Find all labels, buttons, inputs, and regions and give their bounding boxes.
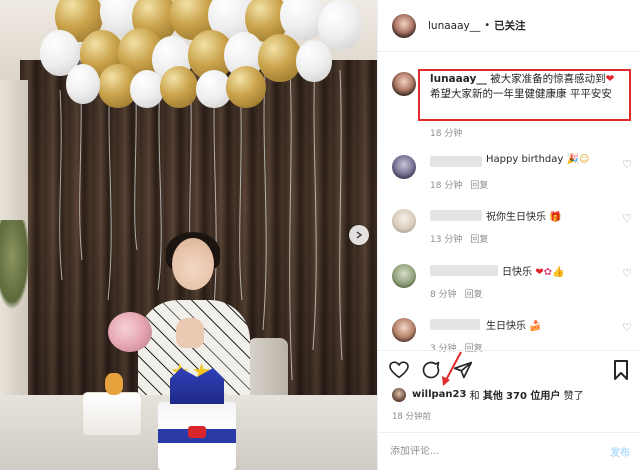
post-photo[interactable]: ★★ bbox=[0, 0, 377, 470]
commenter-username-redacted[interactable] bbox=[430, 210, 482, 221]
comment-like-heart-icon[interactable]: ♡ bbox=[622, 212, 632, 225]
next-photo-button[interactable] bbox=[349, 225, 369, 245]
comment-time[interactable]: 8 分钟 bbox=[430, 290, 457, 300]
heart-icon bbox=[389, 361, 409, 379]
caption-avatar[interactable] bbox=[392, 72, 416, 96]
comment-item: 祝你生日快乐 🎁 13 分钟 回复 ♡ bbox=[392, 208, 632, 248]
commenter-avatar[interactable] bbox=[392, 155, 416, 179]
bear-cake bbox=[82, 373, 142, 436]
reply-button[interactable]: 回复 bbox=[470, 235, 488, 245]
cake-bow bbox=[188, 426, 206, 438]
comment-meta: 8 分钟 回复 bbox=[430, 287, 491, 300]
save-button[interactable] bbox=[610, 359, 632, 381]
likes-summary: willpan23 和 其他 370 位用户 赞了 bbox=[392, 387, 584, 402]
post-panel: lunaaay__ • 已关注 lunaaay__ 被大家准备的惊喜感动到❤ 希… bbox=[377, 0, 641, 470]
comment-meta: 18 分钟 回复 bbox=[430, 178, 496, 191]
comment-text-row: 祝你生日快乐 🎁 bbox=[486, 208, 562, 223]
gold-balloon bbox=[160, 66, 198, 108]
likes-and: 和 bbox=[469, 391, 480, 402]
post-timestamp[interactable]: 18 分钟前 bbox=[392, 410, 431, 422]
cake-emoji: 🍰 bbox=[529, 321, 542, 332]
white-balloon bbox=[130, 70, 164, 108]
follow-status-button[interactable]: 已关注 bbox=[494, 18, 526, 33]
commenter-avatar[interactable] bbox=[392, 318, 416, 342]
commenter-avatar[interactable] bbox=[392, 264, 416, 288]
person-hands bbox=[176, 318, 204, 348]
bookmark-icon bbox=[614, 360, 628, 380]
commenter-avatar[interactable] bbox=[392, 209, 416, 233]
comment-like-heart-icon[interactable]: ♡ bbox=[622, 267, 632, 280]
comment-item: 日快乐 ❤✿👍 8 分钟 回复 ♡ bbox=[392, 263, 632, 303]
white-balloon bbox=[66, 64, 100, 104]
likes-suffix: 赞了 bbox=[563, 391, 584, 402]
commenter-username-redacted[interactable] bbox=[430, 319, 480, 330]
comment-time[interactable]: 18 分钟 bbox=[430, 181, 462, 191]
commenter-username-redacted[interactable] bbox=[430, 265, 498, 276]
commenter-username-redacted[interactable] bbox=[430, 156, 482, 167]
white-balloon bbox=[296, 40, 332, 82]
comment-like-heart-icon[interactable]: ♡ bbox=[622, 158, 632, 171]
bear-topper bbox=[105, 373, 123, 395]
post-header: lunaaay__ • 已关注 bbox=[378, 0, 641, 52]
likes-count[interactable]: 370 位用户 bbox=[506, 387, 560, 402]
caption-text-block: lunaaay__ 被大家准备的惊喜感动到❤ 希望大家新的一年里健健康康 平平安… bbox=[430, 72, 626, 102]
author-username[interactable]: lunaaay__ bbox=[428, 20, 480, 32]
liker-username[interactable]: willpan23 bbox=[412, 389, 466, 400]
gold-balloon bbox=[226, 66, 266, 108]
white-balloon bbox=[318, 0, 362, 50]
party-hat-emoji: 🎉 bbox=[566, 154, 579, 165]
red-heart-emoji: ❤ bbox=[605, 73, 615, 85]
caption-username[interactable]: lunaaay__ bbox=[430, 73, 487, 85]
comment-input[interactable] bbox=[390, 446, 590, 457]
thumbs-up-emoji: 👍 bbox=[551, 267, 565, 278]
flower-emoji: ✿ bbox=[543, 267, 552, 278]
comment-icon bbox=[422, 361, 440, 379]
share-button[interactable] bbox=[452, 359, 474, 381]
comment-item: Happy birthday 🎉☺ 18 分钟 回复 ♡ bbox=[392, 154, 632, 194]
comment-text: 日快乐 bbox=[502, 267, 532, 278]
comment-text-row: Happy birthday 🎉☺ bbox=[486, 154, 589, 165]
gift-emoji: 🎁 bbox=[549, 212, 562, 223]
flower-bouquet bbox=[108, 312, 152, 352]
chevron-right-icon bbox=[356, 231, 363, 239]
person-head bbox=[172, 238, 214, 290]
publish-button[interactable]: 发布 bbox=[610, 444, 630, 459]
like-button[interactable] bbox=[388, 359, 410, 381]
reply-button[interactable]: 回复 bbox=[465, 290, 483, 300]
header-separator: • bbox=[484, 20, 491, 31]
smiling-face-emoji: ☺ bbox=[578, 154, 590, 165]
author-avatar[interactable] bbox=[392, 13, 416, 38]
comment-text-row: 生日快乐 🍰 bbox=[486, 317, 542, 332]
comment-text: 生日快乐 bbox=[486, 321, 526, 332]
send-icon bbox=[453, 361, 473, 379]
caption-text: 被大家准备的惊喜感动到 bbox=[490, 73, 606, 85]
likes-others[interactable]: 其他 bbox=[483, 387, 503, 402]
liker-avatar[interactable] bbox=[392, 387, 406, 402]
caption-line2: 希望大家新的一年里健健康康 平平安安 bbox=[430, 88, 612, 100]
comment-text: 祝你生日快乐 bbox=[486, 212, 546, 223]
sailor-cake bbox=[158, 368, 236, 470]
heart-emoji: ❤ bbox=[535, 267, 544, 278]
reply-button[interactable]: 回复 bbox=[470, 181, 488, 191]
comment-text: Happy birthday bbox=[486, 154, 564, 165]
comment-button[interactable] bbox=[420, 359, 442, 381]
post-actions-bar bbox=[378, 350, 641, 388]
add-comment-bar: 发布 bbox=[378, 432, 641, 470]
comment-like-heart-icon[interactable]: ♡ bbox=[622, 321, 632, 334]
comment-text-row: 日快乐 ❤✿👍 bbox=[502, 263, 564, 278]
caption-timestamp[interactable]: 18 分钟 bbox=[430, 126, 462, 139]
comment-meta: 13 分钟 回复 bbox=[430, 232, 496, 245]
comment-time[interactable]: 13 分钟 bbox=[430, 235, 462, 245]
